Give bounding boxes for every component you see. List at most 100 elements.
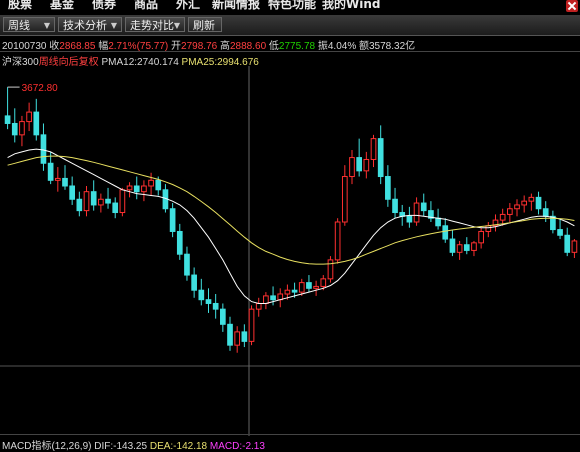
candle bbox=[205, 299, 212, 304]
candle bbox=[435, 217, 441, 227]
macd-line: MACD指标(12,26,9) DIF:-143.25 DEA:-142.18 … bbox=[2, 437, 265, 452]
candle bbox=[40, 134, 47, 164]
candle bbox=[227, 323, 233, 346]
candle bbox=[112, 202, 119, 214]
candle bbox=[76, 198, 83, 212]
candle bbox=[184, 253, 190, 276]
candle bbox=[33, 111, 40, 136]
menu-stocks[interactable]: 股票 bbox=[8, 0, 32, 12]
candle bbox=[263, 295, 269, 304]
candle bbox=[442, 225, 449, 240]
candle bbox=[449, 238, 456, 253]
candle bbox=[356, 157, 363, 172]
candle bbox=[69, 185, 75, 200]
menu-forex[interactable]: 外汇 bbox=[176, 0, 200, 12]
chart-toolbar: 周线 ▼ 技术分析 ▼ 走势对比 ▼ 刷新 bbox=[0, 15, 580, 36]
chevron-down-icon: ▼ bbox=[110, 21, 117, 30]
candle bbox=[571, 240, 578, 253]
candle bbox=[306, 282, 312, 289]
ma25-line bbox=[7, 155, 575, 265]
candle bbox=[141, 185, 147, 193]
candle bbox=[377, 138, 384, 178]
candle bbox=[514, 204, 520, 210]
candle bbox=[413, 202, 420, 223]
candle bbox=[198, 289, 205, 301]
candle bbox=[248, 308, 255, 342]
candle bbox=[220, 308, 226, 325]
menu-funds[interactable]: 基金 bbox=[50, 0, 74, 12]
trend-compare-dropdown[interactable]: 走势对比 ▼ bbox=[125, 17, 185, 32]
candle bbox=[385, 176, 391, 200]
candle bbox=[341, 176, 348, 223]
menu-my-wind[interactable]: 我的Wind bbox=[322, 0, 380, 12]
candle bbox=[485, 225, 492, 232]
candle bbox=[4, 115, 11, 124]
candle bbox=[327, 259, 334, 280]
candle bbox=[406, 215, 413, 223]
close-icon[interactable] bbox=[566, 0, 578, 12]
candlestick-chart[interactable]: 3672.80 bbox=[0, 66, 580, 436]
menu-bar: 股票 基金 债券 商品 外汇 新闻情报 特色功能 我的Wind bbox=[0, 0, 580, 14]
candle bbox=[105, 198, 111, 204]
candle bbox=[507, 208, 513, 215]
candle bbox=[528, 196, 535, 202]
candle bbox=[19, 121, 25, 136]
candle bbox=[47, 162, 54, 181]
menu-news[interactable]: 新闻情报 bbox=[212, 0, 260, 12]
chevron-down-icon: ▼ bbox=[43, 21, 50, 30]
candle bbox=[349, 157, 355, 178]
candle bbox=[255, 302, 262, 310]
candle bbox=[291, 289, 298, 293]
chevron-down-icon: ▼ bbox=[173, 21, 180, 30]
candle bbox=[11, 122, 18, 136]
candle bbox=[334, 221, 341, 261]
candle bbox=[148, 179, 154, 187]
candle bbox=[478, 230, 484, 244]
candle bbox=[155, 179, 162, 191]
candle bbox=[535, 196, 542, 210]
candle bbox=[90, 191, 97, 206]
candle bbox=[542, 208, 549, 217]
candle bbox=[234, 331, 241, 346]
candle bbox=[363, 158, 370, 172]
technical-analysis-label: 技术分析 bbox=[63, 19, 107, 32]
trend-compare-label: 走势对比 bbox=[130, 19, 174, 32]
menu-features[interactable]: 特色功能 bbox=[268, 0, 316, 12]
candle bbox=[191, 274, 197, 291]
candle bbox=[499, 213, 506, 221]
divider bbox=[0, 434, 580, 435]
candle bbox=[212, 302, 219, 310]
candle bbox=[471, 242, 477, 251]
period-dropdown[interactable]: 周线 ▼ bbox=[3, 17, 55, 32]
candle bbox=[169, 208, 176, 232]
refresh-button[interactable]: 刷新 bbox=[188, 17, 222, 32]
quote-line: 20100730 收2868.85 幅2.71%(75.77) 开2798.76… bbox=[2, 37, 415, 52]
divider bbox=[0, 51, 580, 52]
candle bbox=[463, 244, 470, 251]
candle bbox=[62, 177, 68, 187]
technical-analysis-dropdown[interactable]: 技术分析 ▼ bbox=[58, 17, 122, 32]
candle bbox=[456, 244, 463, 253]
refresh-label: 刷新 bbox=[193, 19, 215, 32]
menu-bonds[interactable]: 债券 bbox=[92, 0, 116, 12]
candle bbox=[420, 202, 427, 212]
candle bbox=[392, 198, 398, 214]
candle bbox=[133, 185, 140, 193]
candle bbox=[370, 138, 377, 160]
candle bbox=[313, 285, 319, 289]
candle bbox=[270, 295, 276, 301]
candle bbox=[83, 191, 90, 212]
candle bbox=[54, 177, 61, 181]
candle bbox=[126, 185, 133, 191]
max-price-label: 3672.80 bbox=[22, 83, 59, 94]
candle bbox=[298, 282, 305, 293]
candle bbox=[98, 198, 104, 206]
period-label: 周线 bbox=[8, 19, 30, 32]
candle bbox=[176, 230, 183, 255]
candle bbox=[521, 200, 528, 206]
candle bbox=[557, 229, 563, 236]
menu-commodities[interactable]: 商品 bbox=[134, 0, 158, 12]
candle bbox=[284, 289, 291, 295]
candle bbox=[320, 278, 327, 287]
candle bbox=[119, 189, 126, 214]
